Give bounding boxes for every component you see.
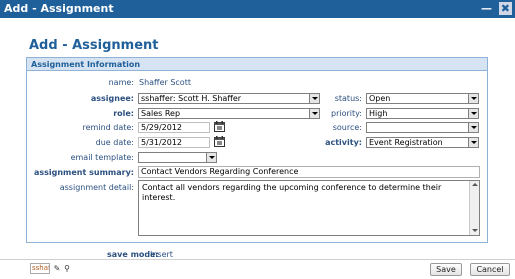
priority-select-value: High [369,109,388,118]
chevron-down-icon[interactable] [468,94,478,103]
name-label: name: [108,78,134,87]
assignee-select-value: sshaffer: Scott H. Shaffer [141,94,242,103]
status-select[interactable]: Open [366,93,479,104]
section-title: Assignment Information [27,58,487,71]
remind-date-input[interactable]: 5/29/2012 [138,122,210,133]
activity-select-value: Event Registration [369,138,443,147]
chevron-down-icon[interactable] [468,123,478,132]
chevron-down-icon[interactable] [206,153,216,162]
save-button[interactable]: Save [430,263,462,276]
activity-label: activity: [325,138,362,147]
page-title: Add - Assignment [29,38,159,53]
assignee-select[interactable]: sshaffer: Scott H. Shaffer [138,93,320,104]
assignment-detail-label: assignment detail: [59,183,134,192]
source-select[interactable] [366,122,479,133]
minimize-icon[interactable]: — [481,2,492,15]
remind-date-value: 5/29/2012 [141,123,183,132]
status-label: status: [334,94,362,103]
textarea-scrollbar[interactable] [469,181,479,235]
calendar-icon[interactable] [214,136,225,147]
assignee-label: assignee: [90,94,134,103]
assignment-summary-input[interactable]: Contact Vendors Regarding Conference [138,166,480,178]
due-date-input[interactable]: 5/31/2012 [138,137,210,148]
cancel-button[interactable]: Cancel [470,263,510,276]
chevron-down-icon[interactable] [468,138,478,147]
window-controls: — ✖ [478,0,512,18]
due-date-value: 5/31/2012 [141,138,183,147]
window-title: Add - Assignment [4,2,114,15]
role-select[interactable]: Sales Rep [138,108,320,119]
email-template-label: email template: [70,153,134,162]
save-mode-value: Insert [150,250,173,259]
chevron-down-icon[interactable] [468,109,478,118]
footer-divider [0,259,515,260]
activity-select[interactable]: Event Registration [366,137,479,148]
window-titlebar: Add - Assignment — ✖ [0,0,515,18]
scroll-down-icon[interactable] [470,227,479,235]
calendar-icon[interactable] [214,121,225,132]
pencil-icon[interactable]: ✎ [52,263,62,274]
scroll-up-icon[interactable] [470,181,479,189]
search-icon[interactable]: ⚲ [62,263,72,274]
priority-select[interactable]: High [366,108,479,119]
assignment-summary-label: assignment summary: [33,168,134,177]
user-field[interactable]: sshaffer [30,263,50,274]
assignment-detail-value: Contact all vendors regarding the upcomi… [142,183,442,202]
assignment-detail-textarea[interactable]: Contact all vendors regarding the upcomi… [138,180,480,236]
remind-date-label: remind date: [82,123,134,132]
name-value: Shaffer Scott [139,78,191,87]
source-label: source: [332,123,362,132]
role-select-value: Sales Rep [141,109,181,118]
email-template-select[interactable] [138,152,217,163]
due-date-label: due date: [95,138,134,147]
assignment-summary-value: Contact Vendors Regarding Conference [141,167,299,176]
close-icon[interactable]: ✖ [498,2,512,15]
priority-label: priority: [331,109,362,118]
role-label: role: [113,109,134,118]
status-select-value: Open [369,94,391,103]
